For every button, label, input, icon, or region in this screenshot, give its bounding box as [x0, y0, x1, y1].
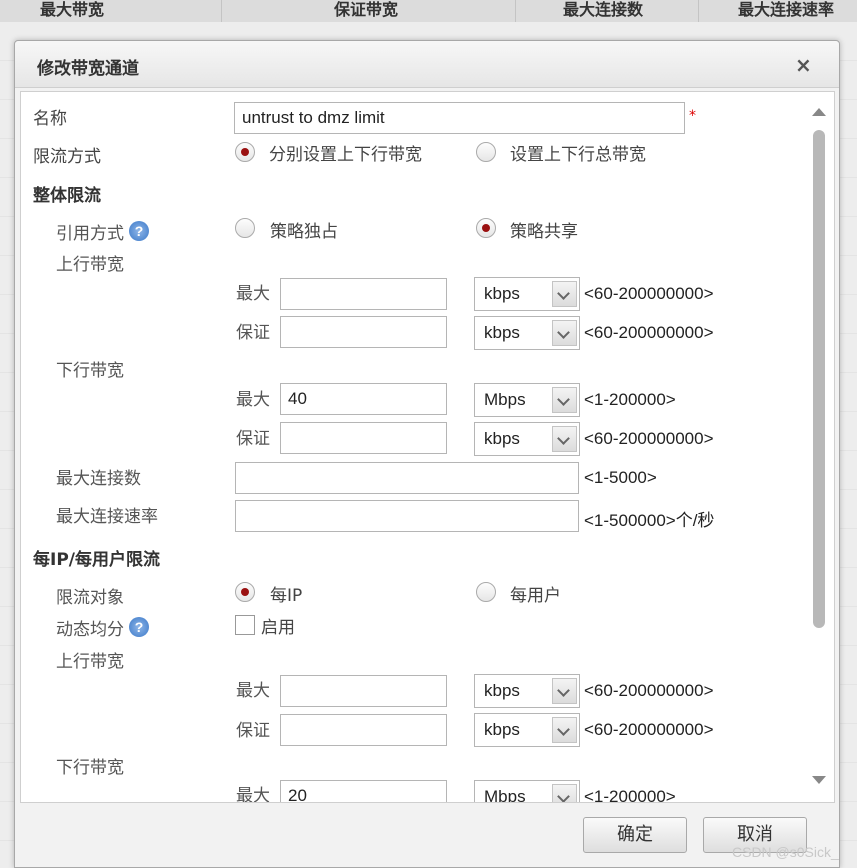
- per-ip-limit-section-title: 每IP/每用户限流: [33, 550, 160, 570]
- scrollbar-thumb[interactable]: [813, 130, 825, 628]
- per-ip-up-max-range: <60-200000000>: [584, 681, 714, 700]
- overall-up-max-label: 最大: [236, 284, 270, 304]
- overall-down-guarantee-unit-select[interactable]: kbps: [474, 422, 580, 456]
- column-header-guarantee-bandwidth: 保证带宽: [334, 0, 399, 19]
- selected-unit: kbps: [484, 681, 520, 700]
- limit-mode-radio-total[interactable]: [476, 142, 496, 162]
- required-mark: *: [689, 108, 696, 124]
- per-ip-down-max-unit-select[interactable]: Mbps: [474, 780, 580, 803]
- overall-up-guarantee-range: <60-200000000>: [584, 323, 714, 342]
- overall-down-guarantee-input[interactable]: [280, 422, 447, 454]
- max-conn-range: <1-5000>: [584, 468, 657, 487]
- column-divider: [698, 0, 699, 22]
- limit-mode-option-separate[interactable]: 分别设置上下行带宽: [269, 140, 422, 165]
- overall-down-max-range: <1-200000>: [584, 390, 676, 409]
- overall-down-max-label: 最大: [236, 390, 270, 410]
- overall-downstream-label: 下行带宽: [56, 361, 124, 381]
- selected-unit: kbps: [484, 720, 520, 739]
- dialog-form: 名称 untrust to dmz limit * 限流方式 分别设置上下行带宽…: [20, 91, 835, 803]
- chevron-down-icon[interactable]: [552, 387, 577, 413]
- scroll-down-arrow-icon[interactable]: [812, 776, 826, 784]
- chevron-down-icon[interactable]: [552, 320, 577, 346]
- column-divider: [221, 0, 222, 22]
- selected-unit: Mbps: [484, 787, 526, 803]
- selected-unit: kbps: [484, 323, 520, 342]
- overall-up-max-range: <60-200000000>: [584, 284, 714, 303]
- name-label: 名称: [33, 109, 67, 129]
- limit-mode-radio-separate[interactable]: [235, 142, 255, 162]
- limit-target-label: 限流对象: [56, 588, 124, 608]
- watermark: CSDN @s0Sick_: [732, 844, 839, 860]
- help-icon[interactable]: ?: [129, 221, 149, 241]
- per-ip-upstream-label: 上行带宽: [56, 652, 124, 672]
- limit-mode-option-total[interactable]: 设置上下行总带宽: [510, 140, 646, 165]
- dialog-title-bar[interactable]: 修改带宽通道 ×: [15, 41, 839, 88]
- ref-mode-option-shared[interactable]: 策略共享: [510, 217, 578, 242]
- limit-target-option-per-user[interactable]: 每用户: [510, 581, 561, 606]
- chevron-down-icon[interactable]: [552, 678, 577, 704]
- per-ip-up-guarantee-label: 保证: [236, 721, 270, 741]
- ref-mode-radio-exclusive[interactable]: [235, 218, 255, 238]
- limit-target-option-per-ip[interactable]: 每IP: [270, 581, 302, 606]
- max-conn-label: 最大连接数: [56, 469, 141, 489]
- dialog-title: 修改带宽通道: [37, 59, 139, 79]
- selected-unit: kbps: [484, 429, 520, 448]
- overall-up-max-input[interactable]: [280, 278, 447, 310]
- background-table-header: 最大带宽 保证带宽 最大连接数 最大连接速率: [0, 0, 857, 22]
- column-divider: [515, 0, 516, 22]
- max-conn-input[interactable]: [235, 462, 579, 494]
- per-ip-up-guarantee-input[interactable]: [280, 714, 447, 746]
- chevron-down-icon[interactable]: [552, 717, 577, 743]
- column-header-max-bandwidth: 最大带宽: [40, 0, 105, 19]
- per-ip-up-max-unit-select[interactable]: kbps: [474, 674, 580, 708]
- overall-up-guarantee-unit-select[interactable]: kbps: [474, 316, 580, 350]
- overall-limit-section-title: 整体限流: [33, 186, 101, 206]
- overall-upstream-label: 上行带宽: [56, 255, 124, 275]
- limit-mode-label: 限流方式: [33, 147, 101, 167]
- dynamic-share-checkbox[interactable]: [235, 615, 255, 635]
- ok-button[interactable]: 确定: [583, 817, 687, 853]
- max-conn-rate-label: 最大连接速率: [56, 507, 158, 527]
- dynamic-share-checkbox-label[interactable]: 启用: [261, 613, 295, 638]
- overall-up-guarantee-input[interactable]: [280, 316, 447, 348]
- ref-mode-label: 引用方式: [56, 224, 124, 244]
- per-ip-up-guarantee-range: <60-200000000>: [584, 720, 714, 739]
- max-conn-rate-range: <1-500000>个/秒: [584, 511, 715, 530]
- ref-mode-radio-shared[interactable]: [476, 218, 496, 238]
- name-input[interactable]: untrust to dmz limit: [234, 102, 685, 134]
- per-ip-downstream-label: 下行带宽: [56, 758, 124, 778]
- chevron-down-icon[interactable]: [552, 784, 577, 802]
- help-icon[interactable]: ?: [129, 617, 149, 637]
- edit-bandwidth-channel-dialog: 修改带宽通道 × 名称 untrust to dmz limit * 限流方式 …: [14, 40, 840, 868]
- per-ip-up-max-input[interactable]: [280, 675, 447, 707]
- column-header-max-connections: 最大连接数: [563, 0, 644, 19]
- overall-down-max-input[interactable]: 40: [280, 383, 447, 415]
- overall-up-guarantee-label: 保证: [236, 323, 270, 343]
- scroll-up-arrow-icon[interactable]: [812, 108, 826, 116]
- per-ip-down-max-label: 最大: [236, 786, 270, 803]
- overall-down-guarantee-label: 保证: [236, 429, 270, 449]
- selected-unit: kbps: [484, 284, 520, 303]
- limit-target-radio-per-ip[interactable]: [235, 582, 255, 602]
- limit-target-radio-per-user[interactable]: [476, 582, 496, 602]
- ref-mode-option-exclusive[interactable]: 策略独占: [270, 217, 338, 242]
- selected-unit: Mbps: [484, 390, 526, 409]
- max-conn-rate-input[interactable]: [235, 500, 579, 532]
- close-icon[interactable]: ×: [795, 53, 812, 77]
- overall-up-max-unit-select[interactable]: kbps: [474, 277, 580, 311]
- per-ip-up-max-label: 最大: [236, 681, 270, 701]
- per-ip-down-max-input[interactable]: 20: [280, 780, 447, 802]
- dynamic-share-label: 动态均分: [56, 620, 124, 640]
- chevron-down-icon[interactable]: [552, 281, 577, 307]
- overall-down-guarantee-range: <60-200000000>: [584, 429, 714, 448]
- column-header-max-connection-rate: 最大连接速率: [738, 0, 835, 19]
- chevron-down-icon[interactable]: [552, 426, 577, 452]
- per-ip-up-guarantee-unit-select[interactable]: kbps: [474, 713, 580, 747]
- per-ip-down-max-range: <1-200000>: [584, 787, 676, 803]
- overall-down-max-unit-select[interactable]: Mbps: [474, 383, 580, 417]
